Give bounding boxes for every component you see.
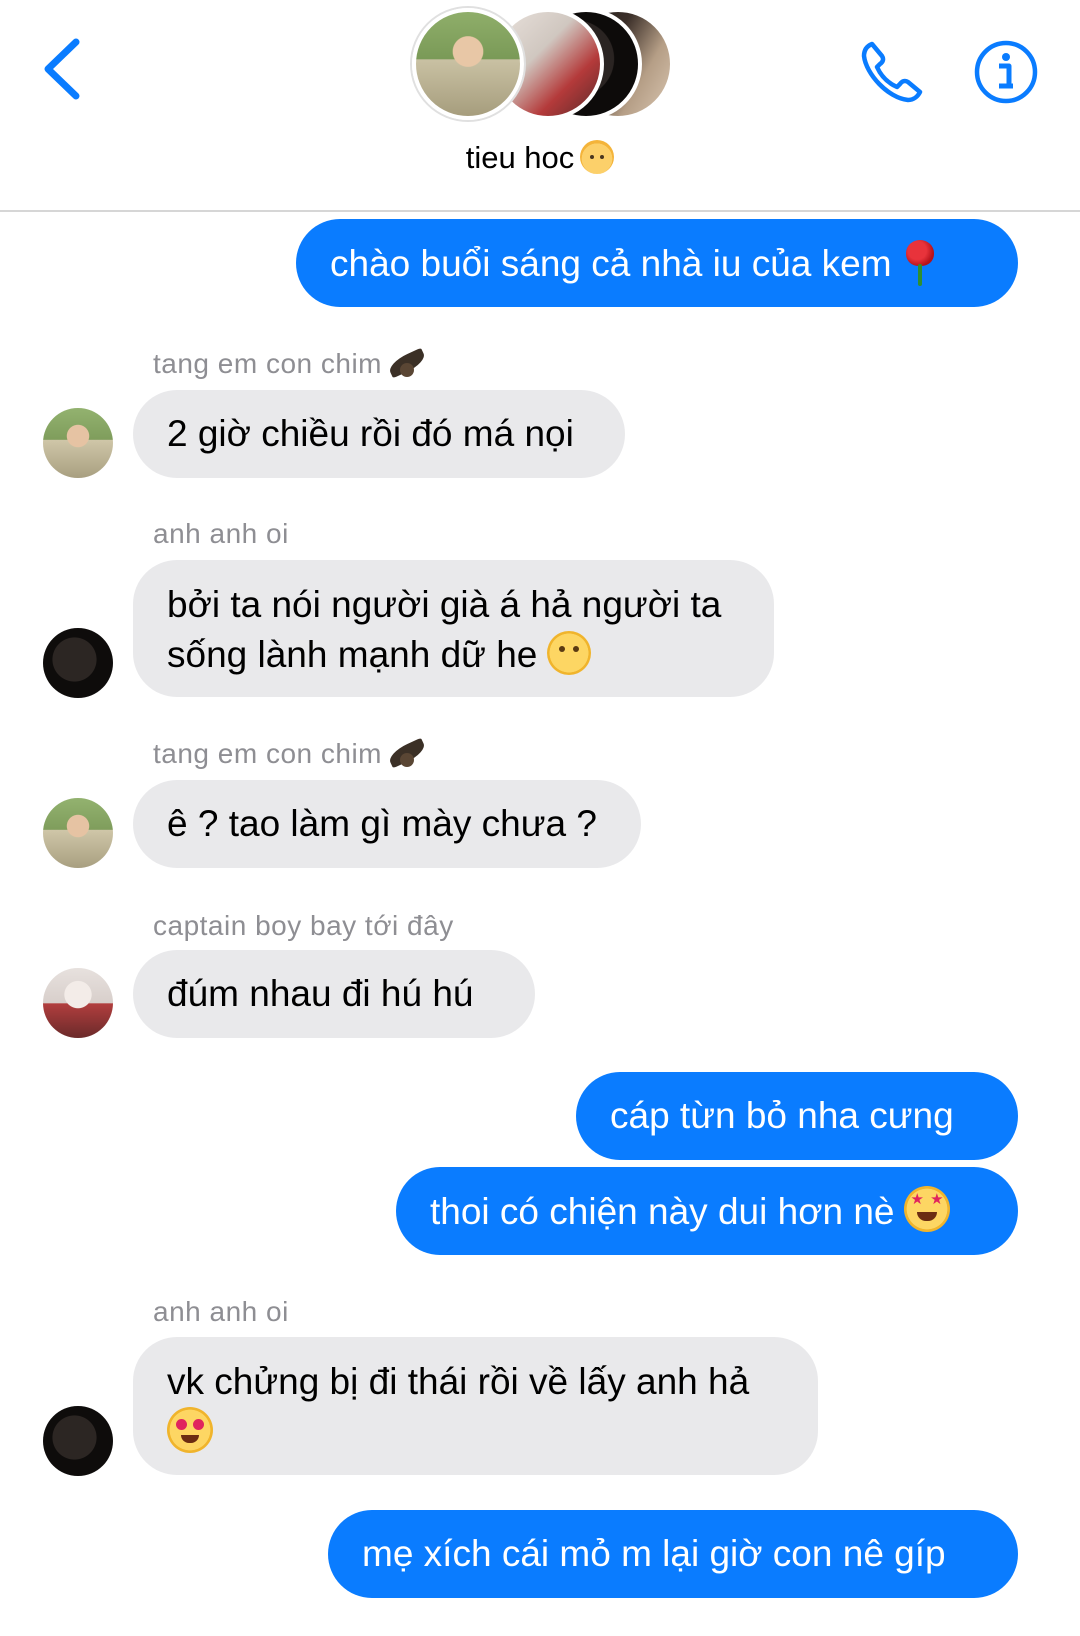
bird-emoji-icon [388,349,428,381]
message-text-line [167,1407,784,1458]
outgoing-message-bubble[interactable]: mẹ xích cái mỏ m lại giờ con nê gíp [328,1510,1018,1598]
sender-name-text: tang em con chim [153,738,382,769]
phone-icon [861,41,923,103]
sender-name: tang em con chim [153,348,428,381]
avatar[interactable] [43,628,113,698]
chevron-left-icon [44,38,80,100]
message-text: 2 giờ chiều rồi đó má nọi [167,413,574,454]
message-text: chào buổi sáng cả nhà iu của kem [330,243,892,284]
chat-header: tieu hoc [0,0,1080,212]
conversation-title[interactable]: tieu hoc [0,140,1080,176]
star-struck-emoji-icon [904,1186,951,1232]
sender-name: tang em con chim [153,738,428,771]
outgoing-message-bubble[interactable]: cáp từn bỏ nha cưng [576,1072,1018,1160]
conversation-title-text: tieu hoc [465,140,575,175]
sender-name: anh anh oi [153,518,289,550]
info-button[interactable] [972,38,1040,106]
message-text: thoi có chiện này dui hơn nè [430,1191,895,1232]
outgoing-message-bubble[interactable]: chào buổi sáng cả nhà iu của kem [296,219,1018,307]
message-text: sống lành mạnh dữ he [167,634,538,675]
message-text: đúm nhau đi hú hú [167,973,474,1014]
incoming-message-bubble[interactable]: ê ? tao làm gì mày chưa ? [133,780,641,868]
face-with-hand-over-mouth-emoji-icon [547,631,592,675]
message-text: vk chửng bị đi thái rồi về lấy anh hả [167,1361,750,1402]
back-button[interactable] [38,36,88,102]
incoming-message-bubble[interactable]: vk chửng bị đi thái rồi về lấy anh hả [133,1337,818,1475]
sender-name-text: tang em con chim [153,348,382,379]
avatar[interactable] [43,798,113,868]
sender-name-text: anh anh oi [153,1296,289,1327]
outgoing-message-bubble[interactable]: thoi có chiện này dui hơn nè [396,1167,1018,1255]
message-text-line: bởi ta nói người già á hả người ta [167,584,722,625]
heart-eyes-emoji-icon [167,1407,213,1453]
sender-name-text: captain boy bay tới đây [153,910,454,941]
sender-name-text: anh anh oi [153,518,289,549]
avatar [412,8,524,120]
avatar[interactable] [43,968,113,1038]
avatar[interactable] [43,408,113,478]
incoming-message-bubble[interactable]: 2 giờ chiều rồi đó má nọi [133,390,625,478]
group-avatar-stack[interactable] [412,2,674,126]
sender-name: anh anh oi [153,1296,289,1328]
call-button[interactable] [858,38,926,106]
sender-name: captain boy bay tới đây [153,910,454,942]
incoming-message-bubble[interactable]: đúm nhau đi hú hú [133,950,535,1038]
info-icon [974,40,1038,104]
message-text-line: sống lành mạnh dữ he [167,630,740,680]
incoming-message-bubble[interactable]: bởi ta nói người già á hả người ta sống … [133,560,774,697]
message-text: cáp từn bỏ nha cưng [610,1095,954,1136]
message-text: mẹ xích cái mỏ m lại giờ con nê gíp [362,1533,946,1574]
baby-emoji-icon [580,140,615,174]
bird-emoji-icon [388,739,428,771]
avatar[interactable] [43,1406,113,1476]
message-text: ê ? tao làm gì mày chưa ? [167,803,597,844]
rose-emoji-icon [902,238,938,286]
